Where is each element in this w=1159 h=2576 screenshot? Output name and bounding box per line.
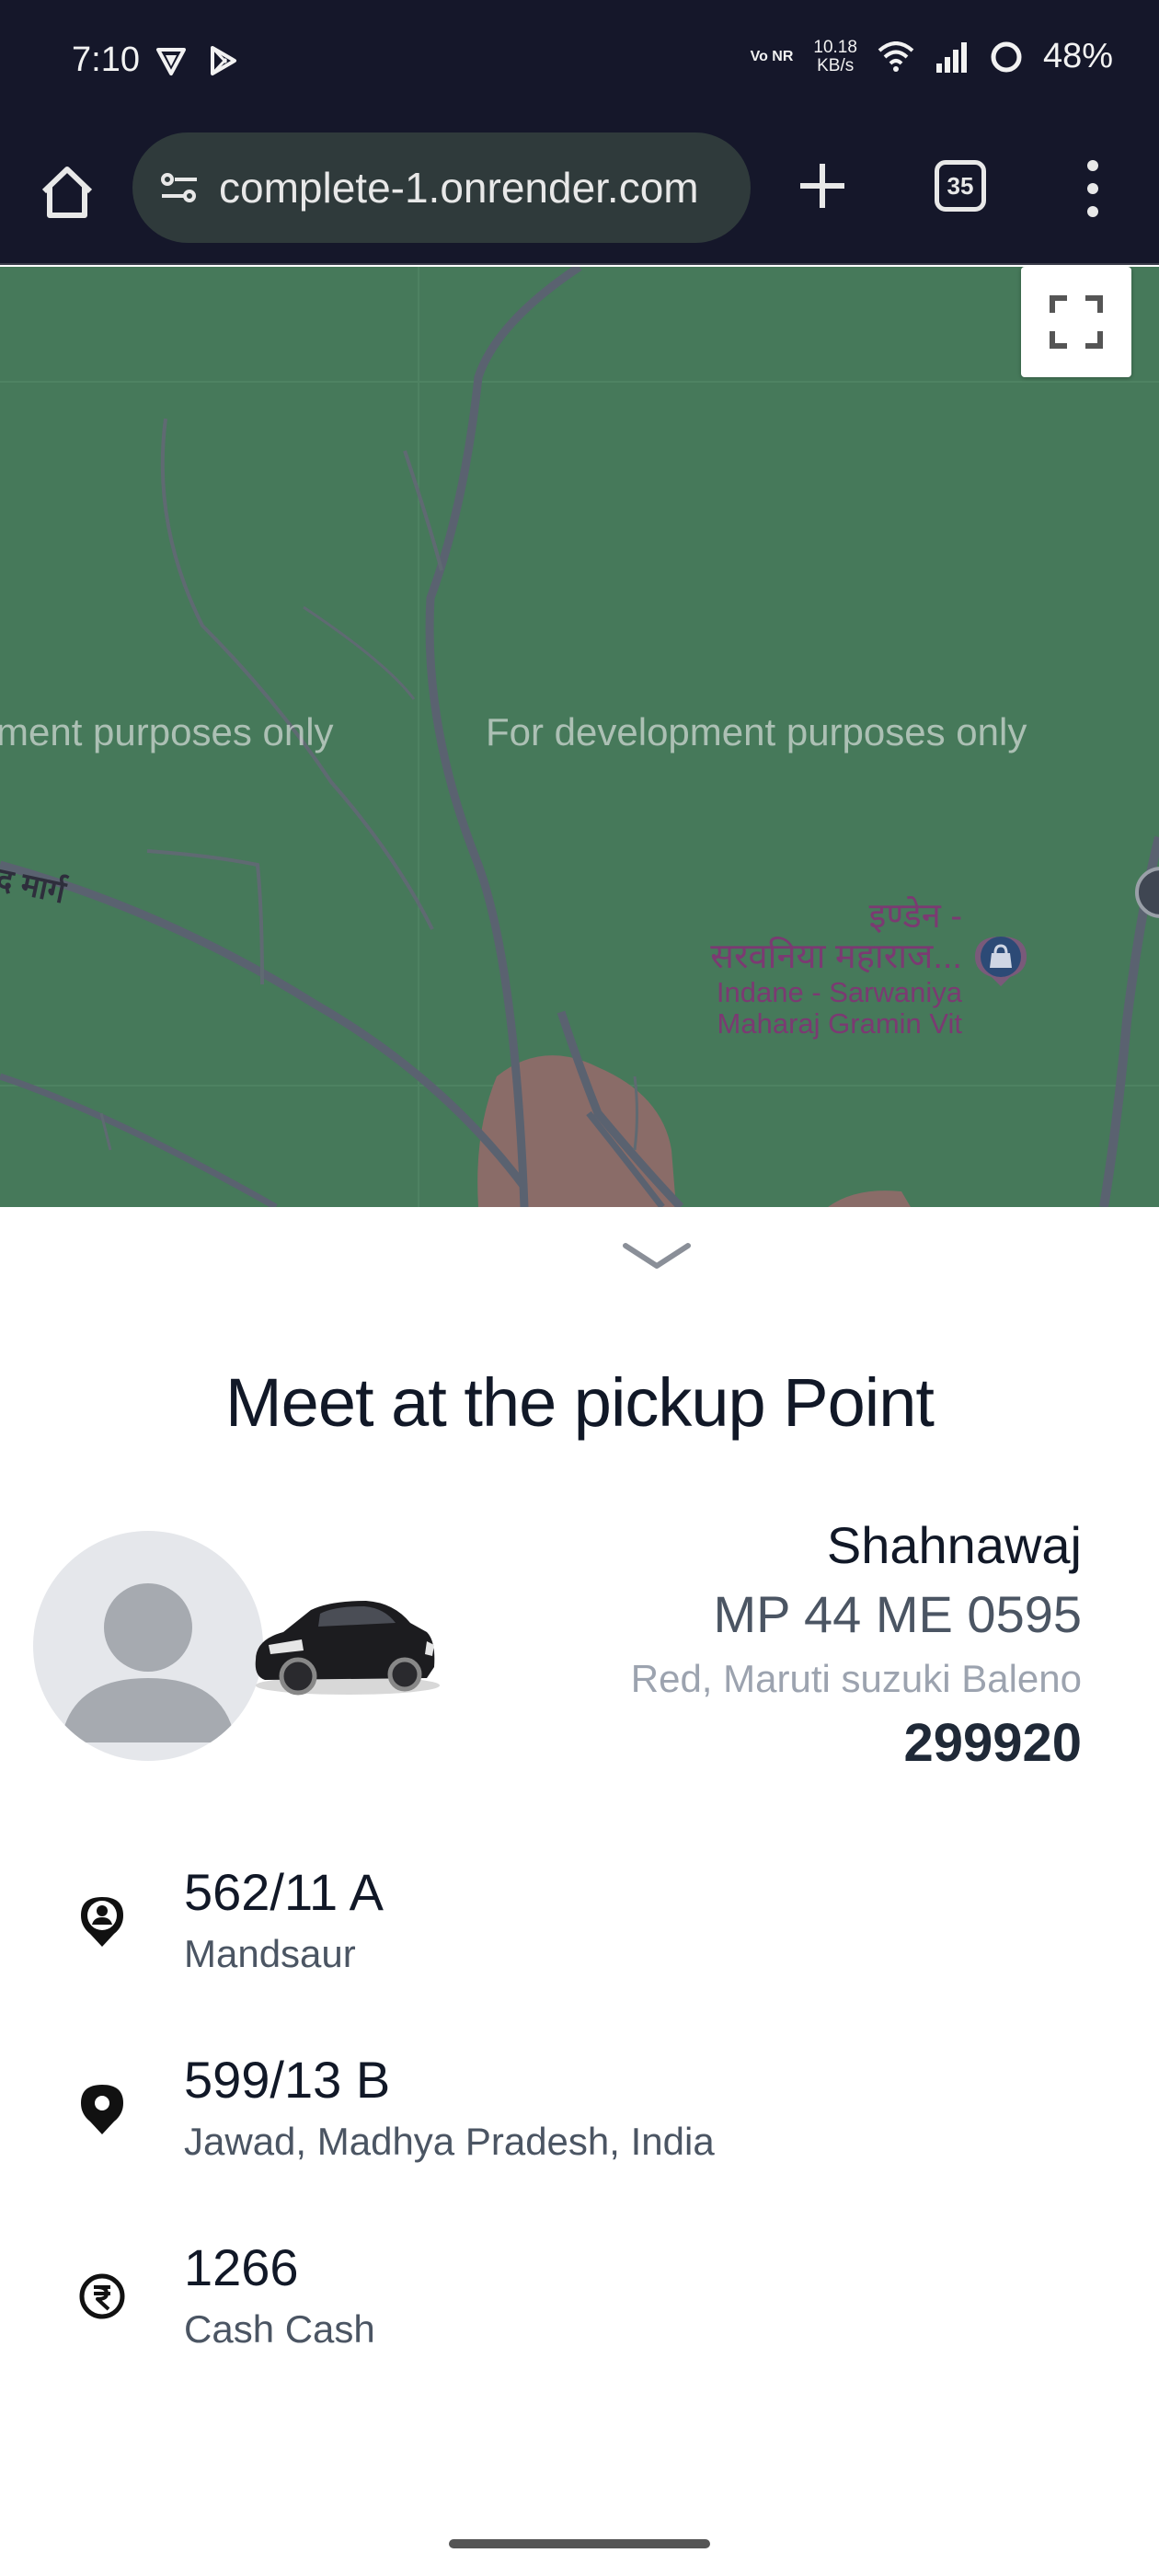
poi-label-english-line1: Indane - Sarwaniya <box>716 976 962 1008</box>
poi-label-english[interactable]: Indane - Sarwaniya Maharaj Gramin Vit <box>686 977 962 1040</box>
map-watermark-left: ment purposes only <box>0 710 334 753</box>
more-options-icon[interactable] <box>1074 156 1111 221</box>
battery-saver-icon <box>991 41 1022 72</box>
pickup-location-row: 562/11 A Mandsaur <box>0 1851 1159 2007</box>
shopping-bag-pin-icon[interactable] <box>971 931 1030 990</box>
driver-info: Shahnawaj MP 44 ME 0595 Red, Maruti suzu… <box>530 1511 1082 1777</box>
map-watermark-right: For development purposes only <box>486 710 1027 753</box>
poi-label-english-line2: Maharaj Gramin Vit <box>717 1007 962 1040</box>
play-store-icon <box>211 46 236 75</box>
poi-label-hindi-line1: इण्डेन - <box>868 897 962 936</box>
drop-address: 599/13 B <box>184 2051 391 2109</box>
speed-value: 10.18 <box>813 37 857 57</box>
pickup-address: 562/11 A <box>184 1863 384 1921</box>
drop-pin-icon <box>81 2085 123 2134</box>
tab-switcher-button[interactable]: 35 <box>935 160 986 212</box>
ride-details-sheet: Meet at the pickup Point Shahnawaj MP 44… <box>0 1207 1159 2576</box>
signal-icon <box>935 41 967 73</box>
person-icon <box>61 1583 235 1742</box>
ride-otp: 299920 <box>903 1713 1082 1773</box>
chevron-down-icon[interactable] <box>622 1240 692 1273</box>
status-notification-icons <box>155 44 239 77</box>
driver-name: Shahnawaj <box>826 1516 1082 1574</box>
pickup-area: Mandsaur <box>184 1932 356 1975</box>
pickup-pin-icon <box>81 1897 123 1947</box>
vehicle-description: Red, Maruti suzuki Baleno <box>630 1657 1082 1700</box>
network-speed: 10.18 KB/s <box>813 37 857 75</box>
new-tab-icon[interactable] <box>793 156 852 215</box>
home-icon[interactable] <box>37 162 98 223</box>
fullscreen-button[interactable] <box>1021 267 1131 377</box>
wifi-icon <box>878 40 914 72</box>
tab-count: 35 <box>947 171 974 200</box>
poi-label-hindi[interactable]: इण्डेन - सरवनिया महाराज... <box>686 896 962 977</box>
address-bar[interactable]: complete-1.onrender.com <box>132 132 751 243</box>
battery-percentage: 48% <box>1042 37 1113 75</box>
site-settings-icon[interactable] <box>156 165 202 211</box>
rupee-icon <box>79 2273 125 2319</box>
speed-unit: KB/s <box>817 55 855 75</box>
drop-location-row: 599/13 B Jawad, Madhya Pradesh, India <box>0 2039 1159 2195</box>
gesture-home-indicator[interactable] <box>449 2539 710 2548</box>
status-system-icons: Vo NR 10.18 KB/s 48% <box>751 37 1113 76</box>
map-view[interactable]: ment purposes only For development purpo… <box>0 267 1159 1207</box>
fullscreen-icon <box>1050 295 1103 349</box>
driver-avatar <box>33 1531 263 1761</box>
browser-toolbar: complete-1.onrender.com 35 <box>0 129 1159 265</box>
fare-row: 1266 Cash Cash <box>0 2226 1159 2383</box>
drop-area: Jawad, Madhya Pradesh, India <box>184 2120 715 2163</box>
vonr-indicator: Vo NR <box>751 49 794 64</box>
car-icon <box>255 1601 440 1696</box>
url-text[interactable]: complete-1.onrender.com <box>219 163 743 213</box>
payment-method: Cash Cash <box>184 2307 375 2351</box>
vpn-shield-icon <box>156 48 186 75</box>
fare-amount: 1266 <box>184 2238 299 2296</box>
vehicle-number: MP 44 ME 0595 <box>713 1585 1082 1643</box>
status-time: 7:10 <box>72 40 140 79</box>
page-title: Meet at the pickup Point <box>225 1364 935 1441</box>
network-label: Vo NR <box>750 49 794 64</box>
poi-label-hindi-line2: सरवनिया महाराज... <box>710 937 962 976</box>
status-bar: 7:10 Vo NR 10.18 KB/s 48% <box>0 0 1159 129</box>
